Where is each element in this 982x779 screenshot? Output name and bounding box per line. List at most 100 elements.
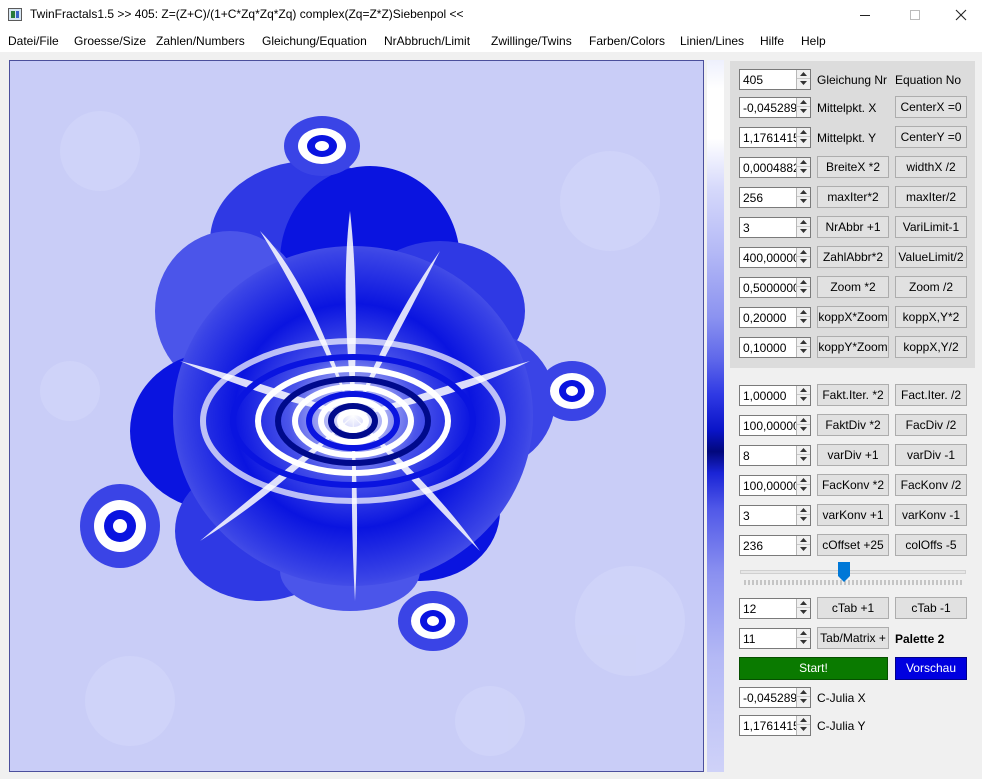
center-y-zero-button[interactable]: CenterY =0 bbox=[895, 126, 967, 148]
menu-nrabbruch-limit[interactable]: NrAbbruch/Limit bbox=[384, 34, 470, 48]
menu-zwillinge-twins[interactable]: Zwillinge/Twins bbox=[491, 34, 572, 48]
spin-down-button[interactable] bbox=[797, 638, 810, 647]
spin-down-button[interactable] bbox=[797, 515, 810, 524]
menu-datei-file[interactable]: Datei/File bbox=[8, 34, 59, 48]
color-offset-increment-button[interactable]: cOffset +25 bbox=[817, 534, 889, 556]
spin-up-button[interactable] bbox=[797, 188, 810, 197]
fact-iter-half-button[interactable]: Fact.Iter. /2 bbox=[895, 384, 967, 406]
spin-up-button[interactable] bbox=[797, 158, 810, 167]
preview-button[interactable]: Vorschau bbox=[895, 657, 967, 680]
fac-konv-double-button[interactable]: FacKonv *2 bbox=[817, 474, 889, 496]
spin-up-button[interactable] bbox=[797, 599, 810, 608]
fakt-div-spinbox[interactable]: 100,00000 bbox=[739, 415, 811, 436]
zoom-double-button[interactable]: Zoom *2 bbox=[817, 276, 889, 298]
spin-up-button[interactable] bbox=[797, 416, 810, 425]
max-iter-half-button[interactable]: maxIter/2 bbox=[895, 186, 967, 208]
spin-up-button[interactable] bbox=[797, 218, 810, 227]
color-offset-spinbox[interactable]: 236 bbox=[739, 535, 811, 556]
spin-down-button[interactable] bbox=[797, 347, 810, 356]
fac-konv-half-button[interactable]: FacKonv /2 bbox=[895, 474, 967, 496]
julia-x-spinbox[interactable]: -0,045289 bbox=[739, 687, 811, 708]
value-limit-half-button[interactable]: ValueLimit/2 bbox=[895, 246, 967, 268]
spin-up-button[interactable] bbox=[797, 536, 810, 545]
nr-abbr-spinbox[interactable]: 3 bbox=[739, 217, 811, 238]
spin-up-button[interactable] bbox=[797, 629, 810, 638]
minimize-button[interactable] bbox=[842, 0, 888, 30]
fac-konv-spinbox[interactable]: 100,00000 bbox=[739, 475, 811, 496]
fractal-canvas[interactable] bbox=[9, 60, 704, 772]
width-half-button[interactable]: widthX /2 bbox=[895, 156, 967, 178]
spin-down-button[interactable] bbox=[797, 197, 810, 206]
max-iter-double-button[interactable]: maxIter*2 bbox=[817, 186, 889, 208]
spin-down-button[interactable] bbox=[797, 455, 810, 464]
close-button[interactable] bbox=[938, 0, 982, 30]
vari-limit-decrement-button[interactable]: VariLimit-1 bbox=[895, 216, 967, 238]
spin-up-button[interactable] bbox=[797, 386, 810, 395]
spin-up-button[interactable] bbox=[797, 308, 810, 317]
kopp-xy-half-button[interactable]: koppX,Y/2 bbox=[895, 336, 967, 358]
spin-up-button[interactable] bbox=[797, 506, 810, 515]
spin-down-button[interactable] bbox=[797, 79, 810, 88]
menu-groesse-size[interactable]: Groesse/Size bbox=[74, 34, 146, 48]
spin-down-button[interactable] bbox=[797, 725, 810, 734]
kopp-x-zoom-button[interactable]: koppX*Zoom bbox=[817, 306, 889, 328]
menu-gleichung-equation[interactable]: Gleichung/Equation bbox=[262, 34, 367, 48]
fac-div-half-button[interactable]: FacDiv /2 bbox=[895, 414, 967, 436]
spin-up-button[interactable] bbox=[797, 476, 810, 485]
menu-zahlen-numbers[interactable]: Zahlen/Numbers bbox=[156, 34, 245, 48]
spin-up-button[interactable] bbox=[797, 446, 810, 455]
spin-down-button[interactable] bbox=[797, 317, 810, 326]
zoom-half-button[interactable]: Zoom /2 bbox=[895, 276, 967, 298]
var-konv-increment-button[interactable]: varKonv +1 bbox=[817, 504, 889, 526]
spin-down-button[interactable] bbox=[797, 608, 810, 617]
var-konv-decrement-button[interactable]: varKonv -1 bbox=[895, 504, 967, 526]
value-limit-spinbox[interactable]: 400,00000 bbox=[739, 247, 811, 268]
start-button[interactable]: Start! bbox=[739, 657, 888, 680]
ctab-increment-button[interactable]: cTab +1 bbox=[817, 597, 889, 619]
color-slider-thumb[interactable] bbox=[837, 562, 850, 582]
julia-y-spinbox[interactable]: 1,1761415 bbox=[739, 715, 811, 736]
maximize-button[interactable] bbox=[892, 0, 938, 30]
zoom-spinbox[interactable]: 0,5000000 bbox=[739, 277, 811, 298]
kopp-xy-double-button[interactable]: koppX,Y*2 bbox=[895, 306, 967, 328]
menu-help[interactable]: Help bbox=[801, 34, 826, 48]
spin-up-button[interactable] bbox=[797, 70, 810, 79]
spin-down-button[interactable] bbox=[797, 107, 810, 116]
var-konv-spinbox[interactable]: 3 bbox=[739, 505, 811, 526]
fact-iter-spinbox[interactable]: 1,00000 bbox=[739, 385, 811, 406]
spin-up-button[interactable] bbox=[797, 128, 810, 137]
fakt-div-double-button[interactable]: FaktDiv *2 bbox=[817, 414, 889, 436]
spin-down-button[interactable] bbox=[797, 257, 810, 266]
spin-down-button[interactable] bbox=[797, 545, 810, 554]
spin-down-button[interactable] bbox=[797, 395, 810, 404]
menu-farben-colors[interactable]: Farben/Colors bbox=[589, 34, 665, 48]
spin-down-button[interactable] bbox=[797, 227, 810, 236]
menu-hilfe[interactable]: Hilfe bbox=[760, 34, 784, 48]
center-y-spinbox[interactable]: 1,1761415 bbox=[739, 127, 811, 148]
color-offset-decrement-button[interactable]: colOffs -5 bbox=[895, 534, 967, 556]
spin-down-button[interactable] bbox=[797, 485, 810, 494]
var-div-decrement-button[interactable]: varDiv -1 bbox=[895, 444, 967, 466]
spin-down-button[interactable] bbox=[797, 167, 810, 176]
max-iter-spinbox[interactable]: 256 bbox=[739, 187, 811, 208]
ctab-decrement-button[interactable]: cTab -1 bbox=[895, 597, 967, 619]
spin-down-button[interactable] bbox=[797, 287, 810, 296]
spin-up-button[interactable] bbox=[797, 688, 810, 697]
spin-up-button[interactable] bbox=[797, 248, 810, 257]
nr-abbr-increment-button[interactable]: NrAbbr +1 bbox=[817, 216, 889, 238]
tab-matrix-increment-button[interactable]: Tab/Matrix + bbox=[817, 627, 889, 649]
spin-up-button[interactable] bbox=[797, 338, 810, 347]
menu-linien-lines[interactable]: Linien/Lines bbox=[680, 34, 744, 48]
kopp-y-spinbox[interactable]: 0,10000 bbox=[739, 337, 811, 358]
fact-iter-double-button[interactable]: Fakt.Iter. *2 bbox=[817, 384, 889, 406]
tab-matrix-spinbox[interactable]: 11 bbox=[739, 628, 811, 649]
value-limit-double-button[interactable]: ZahlAbbr*2 bbox=[817, 246, 889, 268]
kopp-y-zoom-button[interactable]: koppY*Zoom bbox=[817, 336, 889, 358]
kopp-x-spinbox[interactable]: 0,20000 bbox=[739, 307, 811, 328]
ctab-spinbox[interactable]: 12 bbox=[739, 598, 811, 619]
equation-number-spinbox[interactable]: 405 bbox=[739, 69, 811, 90]
var-div-increment-button[interactable]: varDiv +1 bbox=[817, 444, 889, 466]
var-div-spinbox[interactable]: 8 bbox=[739, 445, 811, 466]
center-x-zero-button[interactable]: CenterX =0 bbox=[895, 96, 967, 118]
spin-up-button[interactable] bbox=[797, 716, 810, 725]
